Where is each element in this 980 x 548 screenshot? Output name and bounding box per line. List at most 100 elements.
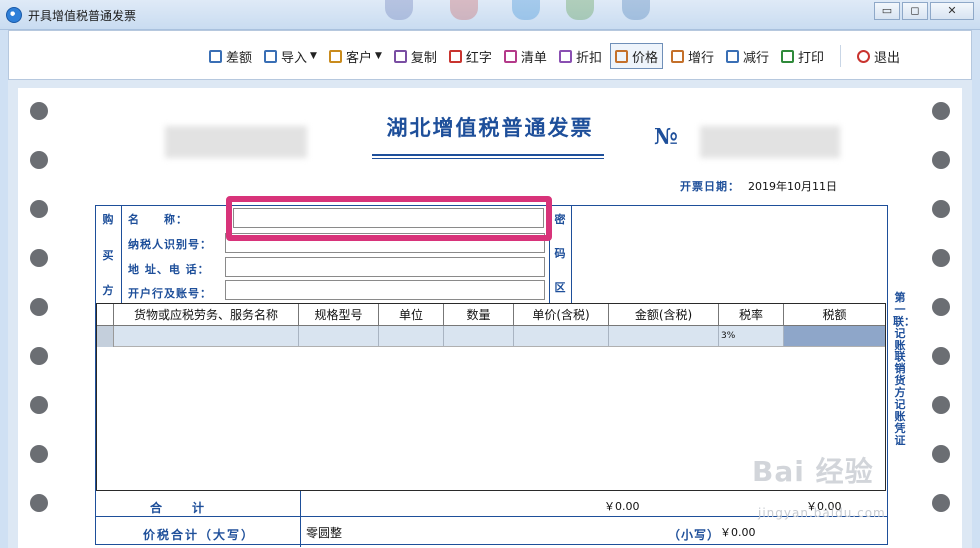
perforation-hole [30,249,48,267]
toolbar-label: 导入 [281,50,308,66]
col-unit-price: 单价(含税) [514,304,609,326]
perforation-hole [30,200,48,218]
perforation-hole [30,494,48,512]
redacted-code [165,126,307,158]
buyer-address-input[interactable] [225,257,545,277]
row-header[interactable] [97,326,114,347]
toolbar-button-4[interactable]: 红字 [445,43,496,69]
col-unit: 单位 [379,304,444,326]
ghost-icon [566,0,594,20]
perforation-hole [30,298,48,316]
tax-total-label: 价税合计（大写） [143,528,256,542]
title-underline [372,154,604,156]
cell-tax-rate[interactable]: 3% [719,326,784,346]
toolbar-button-5[interactable]: 清单 [500,43,551,69]
cell-qty[interactable] [444,326,514,346]
buyer-bank-label: 开户行及账号： [128,287,212,300]
app-icon [6,7,22,23]
total-amount: ￥0.00 [604,500,640,513]
toolbar-label: 打印 [798,50,825,66]
cell-amount[interactable] [609,326,719,346]
toolbar-label: 增行 [687,50,714,66]
toolbar-label: 价格 [631,50,658,66]
print-icon [781,49,794,63]
toolbar-button-9[interactable]: 减行 [722,43,773,69]
power-icon [857,49,871,63]
buyer-address-label: 地 址、电 话： [128,263,210,276]
table-row[interactable]: 3% [97,326,885,347]
toolbar-button-0[interactable]: 差额 [205,43,256,69]
cell-name[interactable] [114,326,299,346]
perforation-hole [932,494,950,512]
grid-corner [97,304,114,326]
toolbar-button-1[interactable]: 导入 ▼ [260,43,321,69]
invoice-number-mark: № [654,124,678,150]
toolbar-separator [840,45,842,67]
perforation-hole [932,249,950,267]
buyer-taxid-input[interactable] [225,233,545,253]
close-button[interactable]: ✕ [930,2,974,20]
toolbar-button-7[interactable]: 价格 [609,43,663,69]
remove-row-icon [725,49,739,63]
toolbar: 差额 导入 ▼ 客户 ▼ 复制 红字 清单 折扣 价格 增行 减行 打印 退出 [8,30,972,80]
perforation-hole [932,445,950,463]
ghost-icon [512,0,540,20]
title-bar: 开具增值税普通发票 ▭ ◻ ✕ [0,0,980,30]
discount-icon [558,49,572,63]
calculator-icon [209,49,222,63]
date-value: 2019年10月11日 [748,180,837,193]
toolbar-label: 差额 [226,50,253,66]
divider [549,205,550,303]
col-tax: 税额 [822,308,847,322]
toolbar-label: 清单 [520,50,547,66]
perforation-hole [30,102,48,120]
grid-header: 货物或应税劳务、服务名称 规格型号 单位 数量 单价(含税) 金额(含税) 税率… [97,304,885,326]
chevron-down-icon: ▼ [374,51,382,61]
buyer-label: 方 [102,284,114,297]
buyer-name-label: 名 称： [128,213,188,226]
invoice-title: 湖北增值税普通发票 [386,115,594,140]
buyer-taxid-label: 纳税人识别号： [128,238,212,251]
perforation-hole [932,396,950,414]
cell-tax[interactable] [784,326,885,346]
watermark-url: jingyan.baidu.com [758,506,886,520]
col-spec: 规格型号 [299,304,379,326]
toolbar-button-3[interactable]: 复制 [390,43,441,69]
minimize-button[interactable]: ▭ [874,2,900,20]
perforation-hole [932,151,950,169]
list-icon [503,49,517,63]
buyer-bank-input[interactable] [225,280,545,300]
cell-spec[interactable] [299,326,379,346]
ghost-icon [385,0,413,20]
toolbar-button-6[interactable]: 折扣 [555,43,606,69]
divider [300,491,301,547]
toolbar-button-2[interactable]: 客户 ▼ [325,43,386,69]
customer-icon [328,49,342,63]
toolbar-button-10[interactable]: 打印 [777,43,828,69]
cell-unit[interactable] [379,326,444,346]
perforation-hole [932,200,950,218]
maximize-button[interactable]: ◻ [902,2,928,20]
buyer-name-input[interactable] [233,208,544,228]
price-icon [614,49,628,63]
cipher-label: 密 [554,213,566,226]
date-label: 开票日期： [680,180,740,193]
watermark: Bai 经验 [752,455,874,488]
redacted-number [700,126,840,158]
copy-icon [393,49,407,63]
cell-unit-price[interactable] [514,326,609,346]
toolbar-items: 差额 导入 ▼ 客户 ▼ 复制 红字 清单 折扣 价格 增行 减行 打印 退出 [205,43,908,69]
small-value: ￥0.00 [720,526,756,539]
small-label: （小写） [668,528,721,542]
toolbar-label: 折扣 [575,50,602,66]
toolbar-button-8[interactable]: 增行 [667,43,718,69]
buyer-label: 买 [102,249,114,262]
title-underline [372,158,604,159]
exit-button[interactable]: 退出 [853,43,904,69]
exit-label: 退出 [874,50,901,66]
perforation-hole [932,298,950,316]
import-icon [264,49,278,63]
toolbar-label: 减行 [742,50,769,66]
add-row-icon [670,49,684,63]
cipher-label: 码 [554,247,566,260]
